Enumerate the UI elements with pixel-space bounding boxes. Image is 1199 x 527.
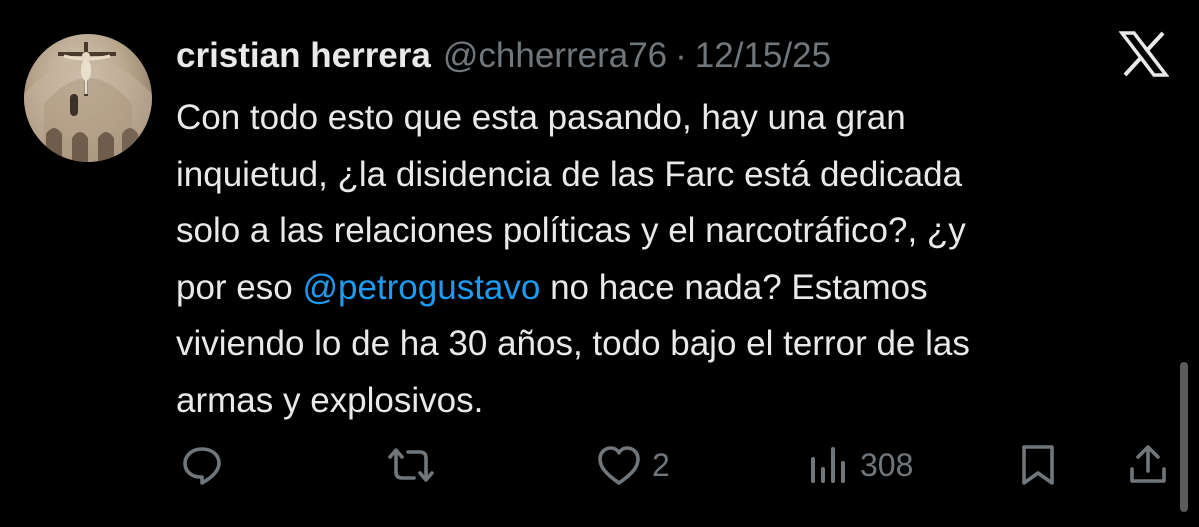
- tweet-text-segment: por eso: [176, 267, 303, 307]
- reply-button[interactable]: [180, 440, 234, 490]
- views-button[interactable]: 308: [806, 440, 913, 490]
- tweet-text-segment: no hace nada? Estamos: [540, 267, 928, 307]
- tweet-text-segment: Con todo esto que esta pasando, hay una …: [176, 98, 906, 137]
- user-handle[interactable]: @chherrera76: [443, 36, 667, 76]
- tweet-card[interactable]: cristian herrera @chherrera76 · 12/15/25…: [0, 0, 1199, 527]
- share-icon: [1130, 445, 1166, 483]
- retweet-button[interactable]: [384, 440, 448, 490]
- reply-icon: [183, 447, 221, 485]
- x-logo-icon: [1119, 31, 1169, 77]
- tweet-text-segment: armas y explosivos.: [176, 380, 484, 420]
- like-button[interactable]: 2: [596, 440, 670, 490]
- avatar[interactable]: [24, 34, 152, 162]
- share-button[interactable]: [1126, 440, 1170, 490]
- tweet-text-segment: inquietud, ¿la disidencia de las Farc es…: [176, 154, 963, 194]
- tweet-text: Con todo esto que esta pasando, hay una …: [176, 90, 1166, 429]
- tweet-text-line: viviendo lo de ha 30 años, todo bajo el …: [176, 316, 1166, 373]
- tweet-text-segment: viviendo lo de ha 30 años, todo bajo el …: [176, 324, 970, 363]
- bookmark-button[interactable]: [1018, 440, 1058, 490]
- bookmark-icon: [1022, 445, 1054, 485]
- tweet-actions: 2 308: [0, 440, 1199, 490]
- mention-link[interactable]: @petrogustavo: [302, 268, 540, 307]
- retweet-icon: [388, 448, 434, 482]
- scrollbar[interactable]: [1180, 362, 1188, 512]
- tweet-date[interactable]: 12/15/25: [695, 36, 831, 76]
- tweet-text-line: Con todo esto que esta pasando, hay una …: [176, 90, 1166, 147]
- heart-icon: [598, 446, 640, 485]
- tweet-text-line: por eso @petrogustavo no hace nada? Esta…: [176, 260, 1166, 317]
- tweet-text-line: inquietud, ¿la disidencia de las Farc es…: [176, 147, 1166, 204]
- tweet-header: cristian herrera @chherrera76 · 12/15/25: [176, 30, 831, 82]
- like-count: 2: [652, 446, 670, 483]
- separator: ·: [675, 36, 687, 75]
- tweet-text-line: armas y explosivos.: [176, 373, 1166, 430]
- display-name[interactable]: cristian herrera: [176, 36, 431, 76]
- avatar-image: [24, 42, 152, 162]
- tweet-text-line: solo a las relaciones políticas y el nar…: [176, 203, 1166, 260]
- views-count: 308: [860, 446, 914, 483]
- tweet-text-segment: solo a las relaciones políticas y el nar…: [176, 211, 966, 250]
- views-icon: [811, 447, 845, 483]
